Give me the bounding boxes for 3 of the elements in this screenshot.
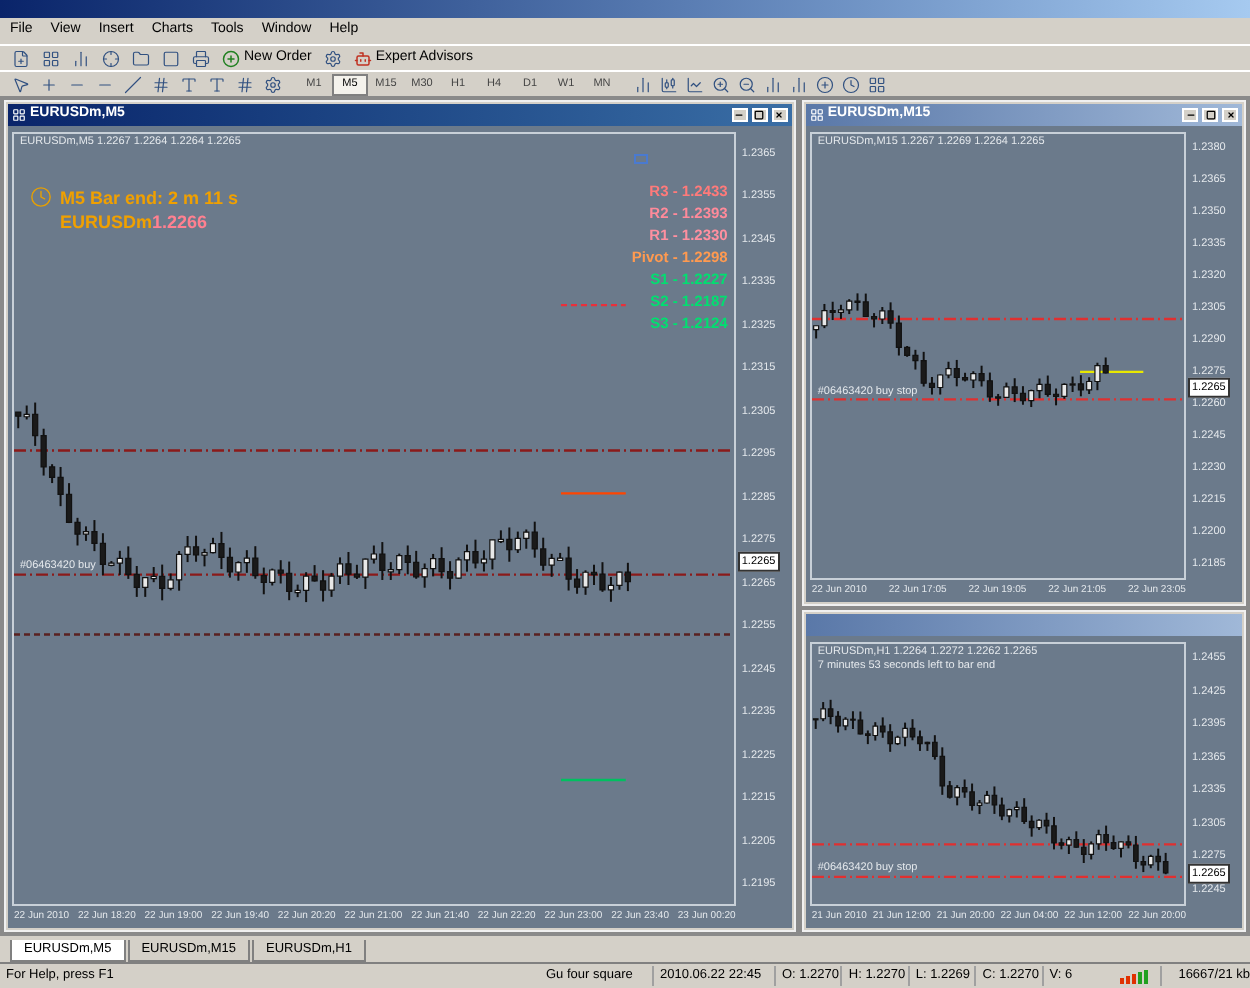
symbol-price: 1.2266 xyxy=(152,212,208,232)
bar-timer-text: M5 Bar end: 2 m 11 s xyxy=(60,187,239,207)
symbol-text: EURUSDm xyxy=(60,212,153,232)
